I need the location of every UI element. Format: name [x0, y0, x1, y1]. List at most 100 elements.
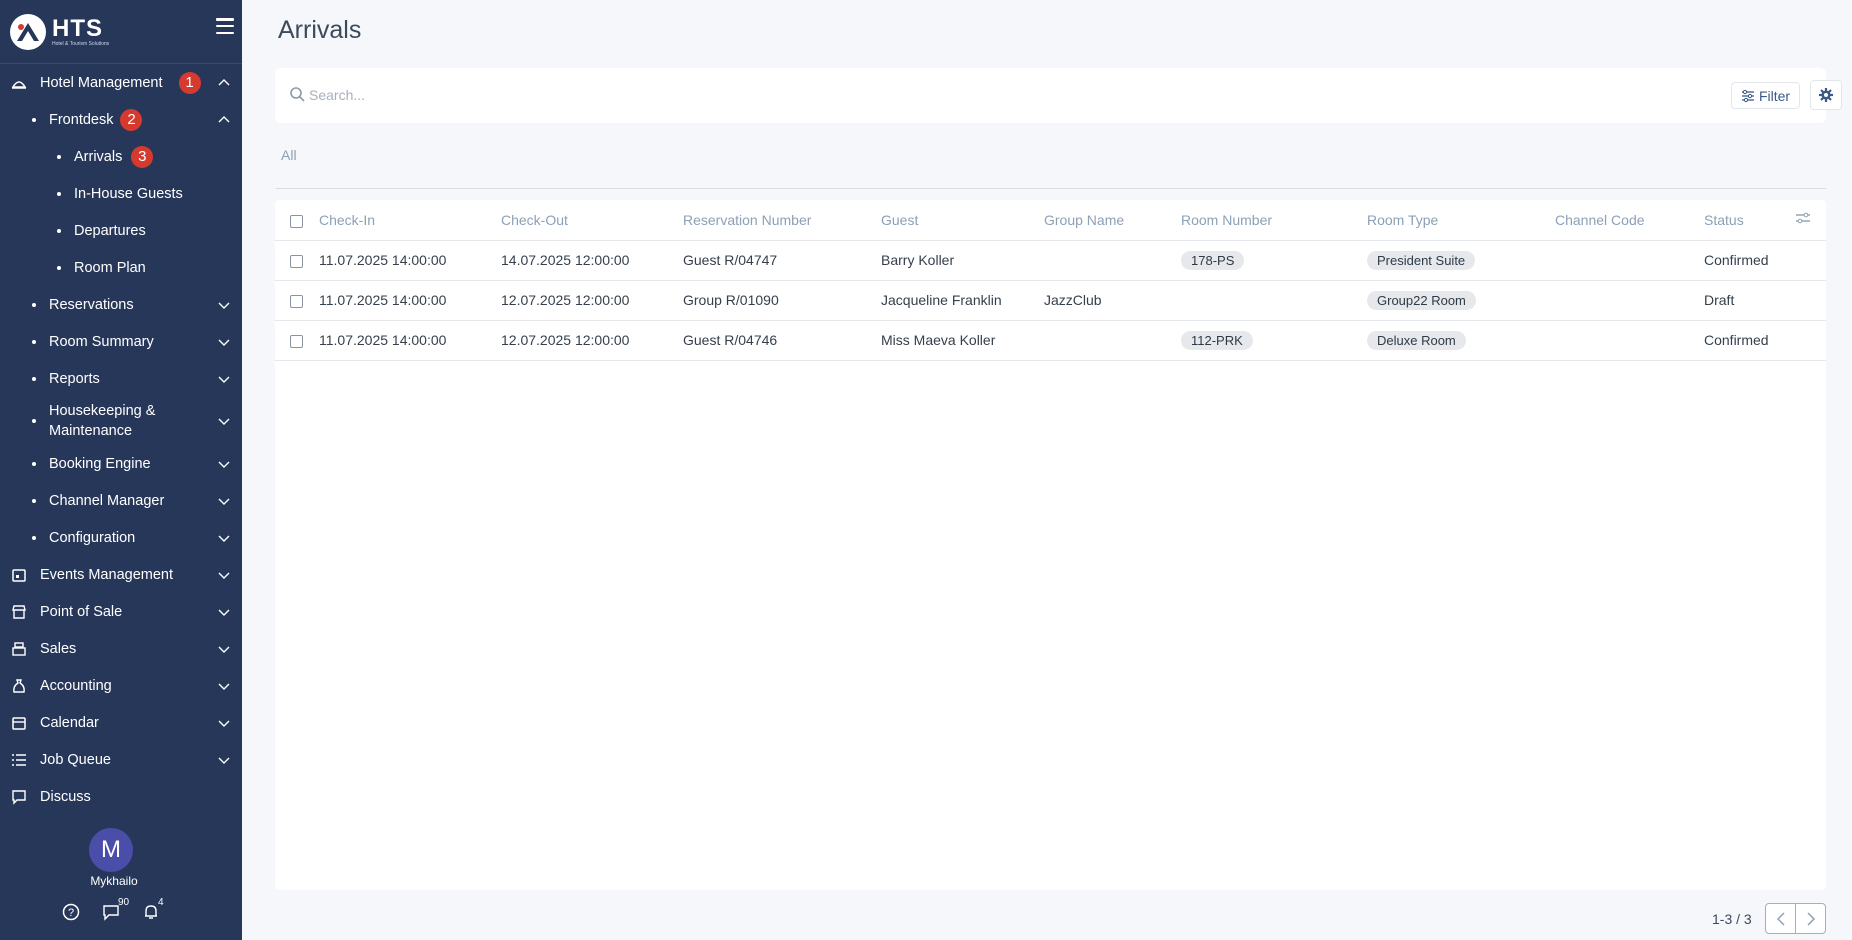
- label-line: Maintenance: [49, 423, 133, 439]
- chevron-down-icon: [218, 535, 230, 542]
- header-room-number[interactable]: Room Number: [1181, 200, 1367, 241]
- chevron-down-icon: [218, 646, 230, 653]
- chevron-down-icon: [218, 572, 230, 579]
- header-group-name[interactable]: Group Name: [1044, 200, 1181, 241]
- header-reservation-number[interactable]: Reservation Number: [683, 200, 881, 241]
- calendar-event-icon: [12, 568, 26, 582]
- user-block: M Mykhailo ? 90 4: [0, 826, 242, 940]
- row-checkbox[interactable]: [290, 294, 303, 308]
- sidebar-item-room-summary[interactable]: Room Summary: [0, 323, 242, 360]
- bullet-icon: [57, 265, 61, 270]
- sidebar-item-label: Room Summary: [49, 333, 154, 350]
- table-row[interactable]: 11.07.2025 14:00:00 14.07.2025 12:00:00 …: [275, 240, 1826, 281]
- sidebar-item-departures[interactable]: Departures: [0, 212, 242, 249]
- cell-group-name: JazzClub: [1044, 280, 1181, 321]
- cell-check-in: 11.07.2025 14:00:00: [319, 280, 501, 321]
- next-page-button[interactable]: [1795, 903, 1826, 934]
- notifications-bell-icon[interactable]: 4: [142, 897, 170, 922]
- gear-icon: [1819, 88, 1833, 102]
- chevron-down-icon: [218, 498, 230, 505]
- sidebar-item-label: Frontdesk: [49, 111, 114, 128]
- cell-check-in: 11.07.2025 14:00:00: [319, 240, 501, 281]
- chevron-down-icon: [218, 302, 230, 309]
- cell-status: Confirmed: [1704, 320, 1795, 361]
- room-number-tag: 178-PS: [1181, 250, 1245, 270]
- row-checkbox[interactable]: [290, 334, 303, 348]
- filter-button[interactable]: Filter: [1731, 82, 1800, 109]
- label-line: Housekeeping &: [49, 403, 156, 419]
- settings-button[interactable]: [1810, 80, 1842, 110]
- select-all-checkbox[interactable]: [290, 214, 303, 228]
- chevron-down-icon: [218, 609, 230, 616]
- column-toggle-icon[interactable]: [1795, 210, 1811, 226]
- logo-icon: [10, 13, 46, 50]
- sidebar-item-accounting[interactable]: Accounting: [0, 667, 242, 704]
- sidebar-item-frontdesk[interactable]: Frontdesk 2: [0, 101, 242, 138]
- chevron-left-icon: [1776, 911, 1785, 926]
- cell-room-number: [1181, 280, 1367, 321]
- sidebar-item-label: Housekeeping & Maintenance: [49, 401, 155, 441]
- search-icon: [290, 87, 305, 102]
- header-status[interactable]: Status: [1704, 200, 1795, 241]
- sidebar-item-events-management[interactable]: Events Management: [0, 556, 242, 593]
- table-row[interactable]: 11.07.2025 14:00:00 12.07.2025 12:00:00 …: [275, 320, 1826, 361]
- sidebar-item-sales[interactable]: Sales: [0, 630, 242, 667]
- sidebar-item-configuration[interactable]: Configuration: [0, 519, 242, 556]
- avatar[interactable]: M: [89, 828, 133, 872]
- bullet-icon: [57, 228, 61, 233]
- chat-icon: [12, 789, 26, 805]
- header-check-in[interactable]: Check-In: [319, 200, 501, 241]
- sidebar-item-label: Job Queue: [40, 751, 111, 768]
- bullet-icon: [32, 461, 36, 466]
- money-bag-icon: [13, 678, 25, 693]
- arrivals-table: Check-In Check-Out Reservation Number Gu…: [275, 200, 1826, 890]
- sidebar-item-arrivals[interactable]: Arrivals 3: [0, 138, 242, 175]
- sidebar-item-booking-engine[interactable]: Booking Engine: [0, 445, 242, 482]
- cell-channel-code: [1555, 280, 1704, 321]
- sidebar-item-hotel-management[interactable]: Hotel Management 1: [0, 64, 242, 101]
- sidebar-item-label: Calendar: [40, 714, 99, 731]
- table-row[interactable]: 11.07.2025 14:00:00 12.07.2025 12:00:00 …: [275, 280, 1826, 321]
- cell-guest: Miss Maeva Koller: [881, 320, 1044, 361]
- chevron-down-icon: [218, 339, 230, 346]
- cell-guest: Jacqueline Franklin: [881, 280, 1044, 321]
- tab-all[interactable]: All: [281, 147, 297, 163]
- header-channel-code[interactable]: Channel Code: [1555, 200, 1704, 241]
- row-checkbox[interactable]: [290, 254, 303, 268]
- cell-reservation-number: Group R/01090: [683, 280, 881, 321]
- sidebar-item-room-plan[interactable]: Room Plan: [0, 249, 242, 286]
- sidebar-item-job-queue[interactable]: Job Queue: [0, 741, 242, 778]
- room-type-tag: President Suite: [1367, 250, 1476, 270]
- sidebar-item-label: Events Management: [40, 566, 173, 583]
- previous-page-button[interactable]: [1765, 903, 1796, 934]
- sidebar-item-reports[interactable]: Reports: [0, 360, 242, 397]
- sidebar-item-reservations[interactable]: Reservations: [0, 286, 242, 323]
- sidebar-item-label: Point of Sale: [40, 603, 123, 620]
- cell-check-in: 11.07.2025 14:00:00: [319, 320, 501, 361]
- bullet-icon: [32, 339, 36, 344]
- cell-reservation-number: Guest R/04747: [683, 240, 881, 281]
- messages-icon[interactable]: 90: [102, 897, 130, 922]
- main-content: Arrivals Filter All Check-In Check-Out R…: [242, 0, 1852, 940]
- sidebar-item-channel-manager[interactable]: Channel Manager: [0, 482, 242, 519]
- help-icon[interactable]: ?: [62, 902, 90, 922]
- menu-toggle-icon[interactable]: [216, 18, 234, 34]
- page-title: Arrivals: [278, 16, 362, 44]
- sidebar-item-calendar[interactable]: Calendar: [0, 704, 242, 741]
- header-guest[interactable]: Guest: [881, 200, 1044, 241]
- sidebar-item-discuss[interactable]: Discuss: [0, 778, 242, 815]
- step-badge: 3: [131, 145, 154, 168]
- bullet-icon: [32, 117, 36, 122]
- bullet-icon: [32, 302, 36, 307]
- header-check-out[interactable]: Check-Out: [501, 200, 683, 241]
- sidebar-item-housekeeping-maintenance[interactable]: Housekeeping & Maintenance: [0, 397, 242, 445]
- tab-divider: [276, 188, 1826, 189]
- sidebar-item-in-house-guests[interactable]: In-House Guests: [0, 175, 242, 212]
- header-room-type[interactable]: Room Type: [1367, 200, 1555, 241]
- sidebar-item-point-of-sale[interactable]: Point of Sale: [0, 593, 242, 630]
- filter-label: Filter: [1758, 87, 1791, 104]
- sidebar-item-label: Reports: [49, 370, 100, 387]
- bullet-icon: [57, 191, 61, 196]
- room-number-tag: 112-PRK: [1181, 330, 1253, 350]
- search-input[interactable]: [309, 80, 1609, 110]
